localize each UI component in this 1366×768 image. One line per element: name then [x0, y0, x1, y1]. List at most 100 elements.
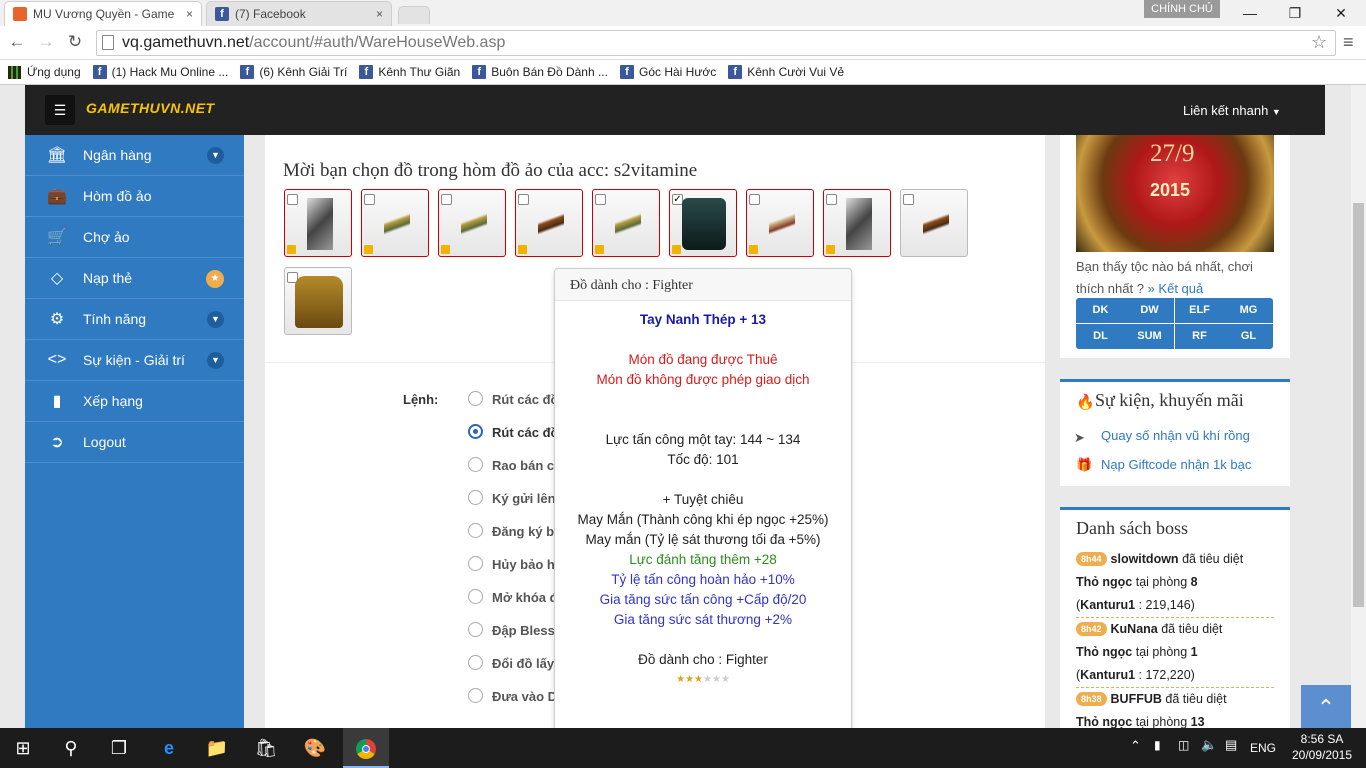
bookmark-item[interactable]: f Góc Hài Hước [619, 65, 716, 79]
command-radio[interactable] [468, 688, 483, 703]
class-button-gl[interactable]: GL [1224, 324, 1273, 349]
bookmark-item[interactable]: f (1) Hack Mu Online ... [92, 65, 228, 79]
item-checkbox[interactable] [441, 194, 452, 205]
network-icon[interactable]: ◫ [1178, 738, 1189, 752]
command-option-label[interactable]: Mở khóa đ [492, 590, 554, 605]
item-checkbox[interactable] [364, 194, 375, 205]
class-button-dl[interactable]: DL [1076, 324, 1125, 349]
store-icon[interactable]: 🛍 [243, 728, 289, 768]
command-option-label[interactable]: Hủy bảo h [492, 557, 554, 572]
command-radio[interactable] [468, 523, 483, 538]
command-radio[interactable] [468, 391, 483, 406]
paint-app-icon[interactable]: 🎨 [292, 728, 338, 768]
sidebar-item-events[interactable]: <> Sự kiện - Giải trí ▼ [25, 340, 244, 381]
class-button-rf[interactable]: RF [1175, 324, 1224, 349]
close-tab-icon[interactable]: × [376, 7, 383, 21]
command-option-label[interactable]: Đăng ký b [492, 524, 554, 539]
class-button-dw[interactable]: DW [1125, 298, 1174, 323]
promo-link-lucky-draw[interactable]: Quay số nhận vũ khí rồng [1101, 428, 1250, 443]
close-tab-icon[interactable]: × [186, 7, 193, 21]
bookmark-item[interactable]: f Kênh Thư Giãn [359, 65, 460, 79]
forward-icon[interactable]: → [34, 30, 58, 54]
sidebar-item-virtual-chest[interactable]: 💼 Hòm đồ ảo [25, 176, 244, 217]
item-slot[interactable] [438, 189, 506, 257]
command-option-label[interactable]: Đổi đồ lấy [492, 656, 554, 671]
item-checkbox[interactable] [826, 194, 837, 205]
command-radio-selected[interactable] [468, 424, 483, 439]
search-icon[interactable]: ⚲ [48, 728, 94, 768]
command-option-label[interactable]: Rút các đồ [492, 425, 554, 440]
sidebar-item-features[interactable]: ⚙ Tính năng ▼ [25, 299, 244, 340]
reload-icon[interactable]: ↻ [63, 30, 87, 54]
item-slot[interactable] [592, 189, 660, 257]
task-view-icon[interactable]: ❐ [96, 728, 142, 768]
item-slot[interactable] [515, 189, 583, 257]
sidebar-item-ranking[interactable]: ▮ Xếp hạng [25, 381, 244, 422]
sidebar-item-logout[interactable]: ➲ Logout [25, 422, 244, 463]
promo-link-giftcode[interactable]: Nạp Giftcode nhận 1k bạc [1101, 457, 1251, 472]
command-radio[interactable] [468, 457, 483, 472]
input-language[interactable]: ENG [1250, 741, 1276, 755]
menu-icon[interactable]: ≡ [1343, 32, 1354, 53]
tab-mu-vuong-quyen[interactable]: MU Vương Quyền - Game × [4, 1, 202, 26]
poll-result-link[interactable]: » Kết quả [1148, 281, 1204, 296]
command-radio[interactable] [468, 490, 483, 505]
sidebar-item-market[interactable]: 🛒 Chợ ảo [25, 217, 244, 258]
close-window-icon[interactable]: ✕ [1321, 2, 1361, 24]
item-checkbox[interactable] [595, 194, 606, 205]
tab-facebook[interactable]: f (7) Facebook × [206, 1, 392, 26]
item-slot[interactable] [361, 189, 429, 257]
notification-icon[interactable]: ▤ [1225, 737, 1237, 753]
minimize-icon[interactable]: — [1230, 2, 1270, 24]
item-slot[interactable] [900, 189, 968, 257]
command-option-label[interactable]: Rao bán các [492, 458, 554, 473]
item-checkbox[interactable] [749, 194, 760, 205]
command-option-label[interactable]: Rút các đồ [492, 392, 554, 407]
quick-links-dropdown[interactable]: Liên kết nhanh ▼ [1183, 103, 1281, 118]
site-logo[interactable]: GAMETHUVN.NET [86, 100, 215, 116]
clock[interactable]: 8:56 SA 20/09/2015 [1286, 731, 1358, 763]
profile-badge[interactable]: CHÍNH CHỦ [1144, 0, 1220, 18]
sidebar-item-topup[interactable]: ◇ Nạp thẻ ★ [25, 258, 244, 299]
command-radio[interactable] [468, 622, 483, 637]
hamburger-menu-icon[interactable]: ☰ [45, 95, 75, 125]
command-radio[interactable] [468, 556, 483, 571]
tray-up-arrow-icon[interactable]: ⌃ [1130, 738, 1141, 754]
item-slot[interactable] [823, 189, 891, 257]
item-checkbox[interactable] [518, 194, 529, 205]
command-option-label[interactable]: Ký gửi lên [492, 491, 554, 506]
class-button-sum[interactable]: SUM [1125, 324, 1174, 349]
player-name[interactable]: BUFFUB [1111, 692, 1162, 706]
bookmark-item[interactable]: f Kênh Cười Vui Vẻ [728, 65, 844, 79]
command-option-label[interactable]: Đưa vào D [492, 689, 554, 704]
scrollbar-thumb[interactable] [1353, 203, 1364, 607]
back-icon[interactable]: ← [5, 30, 29, 54]
bookmark-apps[interactable]: Ứng dụng [8, 65, 81, 79]
chrome-app-icon[interactable] [343, 728, 389, 768]
scrollbar[interactable] [1351, 85, 1366, 728]
edge-browser-icon[interactable]: e [146, 728, 192, 768]
command-radio[interactable] [468, 589, 483, 604]
item-slot[interactable] [746, 189, 814, 257]
volume-muted-icon[interactable]: 🔈 [1201, 737, 1217, 753]
command-radio[interactable] [468, 655, 483, 670]
item-checkbox[interactable] [903, 194, 914, 205]
bookmark-item[interactable]: f (6) Kênh Giải Trí [240, 65, 347, 79]
star-bookmark-icon[interactable]: ☆ [1311, 32, 1327, 53]
battery-icon[interactable]: ▮ [1154, 738, 1161, 752]
command-option-label[interactable]: Đập Bless [492, 623, 554, 638]
class-button-mg[interactable]: MG [1224, 298, 1273, 323]
class-button-elf[interactable]: ELF [1175, 298, 1224, 323]
scroll-to-top-button[interactable]: ⌃ [1301, 685, 1351, 730]
player-name[interactable]: KuNana [1111, 622, 1158, 636]
bookmark-item[interactable]: f Buôn Bán Đồ Dành ... [472, 65, 608, 79]
windows-start-icon[interactable]: ⊞ [0, 728, 46, 768]
player-name[interactable]: slowitdown [1111, 552, 1179, 566]
item-slot[interactable] [284, 267, 352, 335]
url-text[interactable]: vq.gamethuvn.net/account/#auth/WareHouse… [122, 34, 505, 52]
file-explorer-icon[interactable]: 📁 [194, 728, 240, 768]
new-tab-button[interactable] [398, 6, 430, 24]
item-slot[interactable] [284, 189, 352, 257]
item-slot-selected[interactable]: ✓ [669, 189, 737, 257]
sidebar-item-bank[interactable]: 🏛 Ngân hàng ▼ [25, 135, 244, 176]
